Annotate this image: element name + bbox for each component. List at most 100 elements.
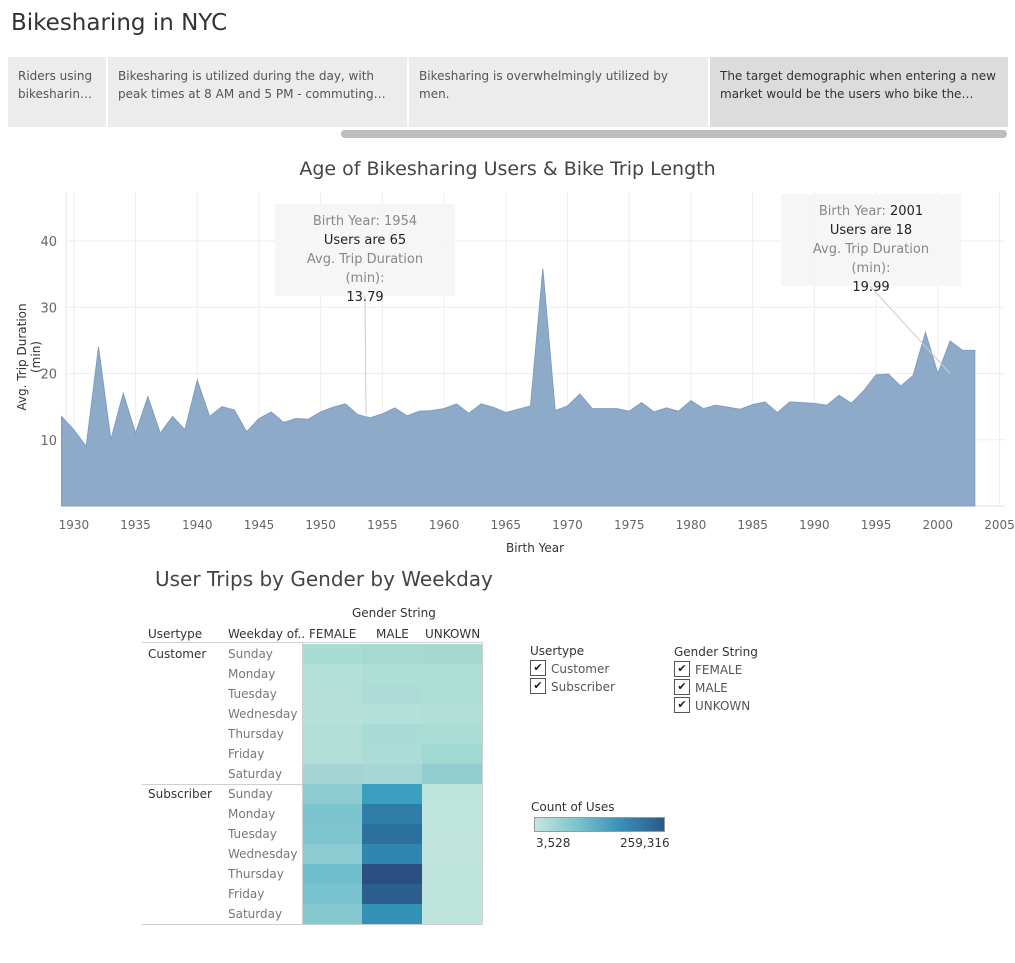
gender-filter-female[interactable]: ✔ FEMALE [674,661,742,679]
data-point[interactable] [72,428,76,432]
data-point[interactable] [541,267,545,271]
heatmap-cell[interactable] [302,744,362,764]
data-point[interactable] [97,345,101,349]
heatmap-cell[interactable] [302,864,362,884]
data-point[interactable] [578,392,582,396]
data-point[interactable] [109,438,113,442]
data-point[interactable] [751,403,755,407]
data-point[interactable] [862,389,866,393]
data-point[interactable] [504,411,508,415]
data-point[interactable] [714,403,718,407]
heatmap-cell[interactable] [302,824,362,844]
data-point[interactable] [960,348,964,352]
data-point[interactable] [726,405,730,409]
data-point[interactable] [800,401,804,405]
data-point[interactable] [195,378,199,382]
heatmap-cell[interactable] [302,764,362,784]
heatmap-cell[interactable] [422,864,482,884]
heatmap-cell[interactable] [422,724,482,744]
heatmap-cell[interactable] [362,844,422,864]
story-scrollbar[interactable] [341,130,1007,138]
data-point[interactable] [146,395,150,399]
heatmap-cell[interactable] [422,784,482,804]
data-point[interactable] [245,430,249,434]
data-point[interactable] [788,400,792,404]
data-point[interactable] [837,393,841,397]
data-point[interactable] [553,409,557,413]
data-point[interactable] [84,444,88,448]
data-point[interactable] [516,407,520,411]
heatmap-cell[interactable] [302,684,362,704]
heatmap-cell[interactable] [362,644,422,664]
heatmap-cell[interactable] [302,724,362,744]
heatmap-cell[interactable] [302,664,362,684]
data-point[interactable] [874,373,878,377]
data-point[interactable] [134,431,138,435]
story-point-2[interactable]: Bikesharing is utilized during the day, … [108,57,407,127]
heatmap-cell[interactable] [422,744,482,764]
data-point[interactable] [405,414,409,418]
data-point[interactable] [529,404,533,408]
data-point[interactable] [467,411,471,415]
data-point[interactable] [701,407,705,411]
heatmap-cell[interactable] [362,664,422,684]
heatmap-cell[interactable] [422,904,482,924]
heatmap-cell[interactable] [422,644,482,664]
heatmap-cell[interactable] [422,884,482,904]
checkbox-icon[interactable]: ✔ [674,697,690,713]
heatmap-cell[interactable] [422,844,482,864]
data-point[interactable] [208,415,212,419]
data-point[interactable] [825,403,829,407]
trip-duration-area[interactable] [61,268,976,507]
heatmap-cell[interactable] [422,684,482,704]
story-point-3[interactable]: Bikesharing is overwhelmingly utilized b… [409,57,708,127]
heatmap-cell[interactable] [302,884,362,904]
heatmap-cell[interactable] [422,804,482,824]
gender-filter-male[interactable]: ✔ MALE [674,679,728,697]
heatmap-cell[interactable] [302,804,362,824]
data-point[interactable] [763,400,767,404]
gender-filter-unkown[interactable]: ✔ UNKOWN [674,697,750,715]
data-point[interactable] [158,431,162,435]
data-point[interactable] [294,417,298,421]
data-point[interactable] [306,417,310,421]
story-point-4-active[interactable]: The target demographic when entering a n… [710,57,1008,127]
data-point[interactable] [183,428,187,432]
data-point[interactable] [590,407,594,411]
data-point[interactable] [936,372,940,376]
data-point[interactable] [232,408,236,412]
data-point[interactable] [479,402,483,406]
heatmap-cell[interactable] [362,864,422,884]
data-point[interactable] [393,406,397,410]
data-point[interactable] [627,409,631,413]
checkbox-icon[interactable]: ✔ [530,678,546,694]
data-point[interactable] [430,409,434,413]
story-point-1[interactable]: Riders using bikesharing ar.. [8,57,106,127]
data-point[interactable] [417,409,421,413]
heatmap-cell[interactable] [362,764,422,784]
data-point[interactable] [615,407,619,411]
data-point[interactable] [886,372,890,376]
usertype-filter-subscriber[interactable]: ✔ Subscriber [530,678,615,696]
heatmap-cell[interactable] [422,764,482,784]
data-point[interactable] [356,413,360,417]
data-point[interactable] [454,402,458,406]
checkbox-icon[interactable]: ✔ [674,661,690,677]
data-point[interactable] [171,415,175,419]
data-point[interactable] [282,421,286,425]
heatmap-cell[interactable] [422,704,482,724]
data-point[interactable] [689,399,693,403]
heatmap-cell[interactable] [362,724,422,744]
data-point[interactable] [923,330,927,334]
data-point[interactable] [60,415,64,419]
usertype-filter-customer[interactable]: ✔ Customer [530,660,609,678]
data-point[interactable] [652,410,656,414]
data-point[interactable] [269,410,273,414]
data-point[interactable] [442,407,446,411]
checkbox-icon[interactable]: ✔ [530,660,546,676]
data-point[interactable] [331,405,335,409]
data-point[interactable] [677,409,681,413]
heatmap-cell[interactable] [422,664,482,684]
heatmap-cell[interactable] [302,704,362,724]
data-point[interactable] [368,416,372,420]
